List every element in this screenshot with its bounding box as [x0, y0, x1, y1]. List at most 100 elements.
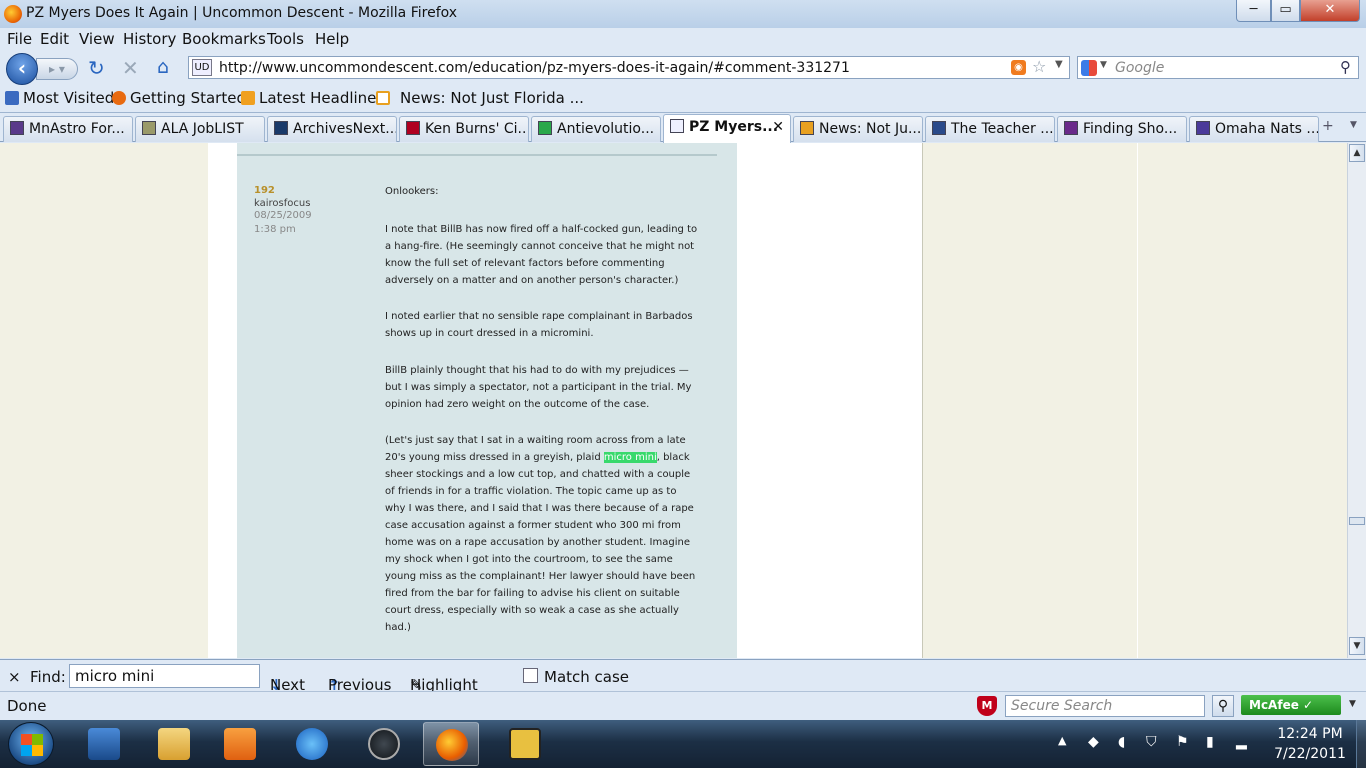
tab-mnastro[interactable]: MnAstro For... [3, 116, 133, 142]
forward-icon: ▸ ▾ [49, 62, 65, 76]
windows-taskbar: ▲ ◆ ◖ ⛉ ⚑ ▮ ▂ 12:24 PM 7/22/2011 [0, 720, 1366, 768]
mcafee-shield-icon[interactable]: M [977, 696, 997, 716]
secure-search-button[interactable]: ⚲ [1212, 695, 1234, 717]
menu-edit[interactable]: Edit [40, 30, 69, 48]
search-icon[interactable]: ⚲ [1340, 58, 1351, 76]
engine-dropdown-icon[interactable]: ▼ [1100, 60, 1107, 70]
tab-favicon [932, 121, 946, 135]
taskbar-explorer[interactable] [146, 722, 202, 766]
menu-bookmarks[interactable]: Bookmarks [182, 30, 266, 48]
firefox-icon [436, 729, 468, 761]
comment-paragraph: I note that BillB has now fired off a ha… [385, 224, 698, 286]
network-icon[interactable]: ▂ [1236, 734, 1247, 750]
taskbar-firefox[interactable] [423, 722, 479, 766]
check-icon: ✓ [1303, 698, 1314, 712]
tab-omaha-nats[interactable]: Omaha Nats ... [1189, 116, 1319, 142]
find-bar: × Find: ↓ Next ↑ Previous ✎ Highlight al… [0, 659, 1366, 712]
menu-history[interactable]: History [123, 30, 176, 48]
reload-icon[interactable]: ↻ [88, 56, 105, 80]
forward-button[interactable]: ▸ ▾ [36, 58, 78, 80]
home-icon[interactable]: ⌂ [157, 56, 169, 78]
tab-ken-burns[interactable]: Ken Burns' Ci... [399, 116, 529, 142]
vertical-scrollbar[interactable]: ▲ ▼ [1347, 143, 1366, 658]
mcafee-dropdown-icon[interactable]: ▼ [1349, 699, 1356, 709]
google-engine-icon[interactable] [1081, 60, 1097, 76]
rss-bookmark-icon [241, 91, 255, 105]
menu-view[interactable]: View [79, 30, 115, 48]
comment-paragraph: BillB plainly thought that his had to do… [385, 365, 692, 410]
match-case-label[interactable]: Match case [544, 668, 629, 686]
bookmark-most-visited[interactable]: Most Visited [5, 89, 114, 107]
url-dropdown-icon[interactable]: ▼ [1055, 59, 1063, 70]
stop-icon[interactable]: ✕ [122, 56, 139, 80]
find-highlight: micro mini [603, 452, 657, 463]
scroll-thumb[interactable] [1349, 517, 1365, 525]
close-button[interactable]: ✕ [1300, 0, 1360, 22]
battery-icon[interactable]: ▮ [1206, 734, 1214, 750]
taskbar-media[interactable] [212, 722, 268, 766]
system-tray: ▲ ◆ ◖ ⛉ ⚑ ▮ ▂ [1055, 720, 1285, 768]
url-bar[interactable]: UD http://www.uncommondescent.com/educat… [188, 56, 1070, 79]
divider [237, 154, 717, 156]
show-hidden-icons[interactable]: ▲ [1058, 734, 1066, 747]
taskbar-hp[interactable] [356, 722, 412, 766]
title-bar: PZ Myers Does It Again | Uncommon Descen… [0, 0, 1366, 28]
bookmark-folder-icon [5, 91, 19, 105]
tab-close-icon[interactable]: ✕ [772, 115, 784, 139]
hp-icon [368, 728, 400, 760]
search-placeholder[interactable]: Google [1115, 60, 1164, 76]
search-bar[interactable]: ▼ Google ⚲ [1077, 56, 1359, 79]
find-close-icon[interactable]: × [8, 668, 21, 686]
volume-icon[interactable]: ◖ [1118, 734, 1125, 750]
window-title: PZ Myers Does It Again | Uncommon Descen… [26, 5, 458, 21]
mcafee-badge[interactable]: McAfee ✓ [1241, 695, 1341, 715]
menu-help[interactable]: Help [315, 30, 349, 48]
bookmark-getting-started[interactable]: Getting Started [112, 89, 246, 107]
status-text: Done [7, 697, 47, 715]
bookmark-news[interactable]: News: Not Just Florida ... [376, 89, 584, 107]
bookmark-star-icon[interactable]: ☆ [1032, 57, 1046, 76]
windows-logo-icon [21, 745, 43, 756]
rss-feed-icon[interactable]: ◉ [1011, 60, 1026, 75]
bookmark-latest-headlines[interactable]: Latest Headlines [241, 89, 384, 107]
clock-date: 7/22/2011 [1274, 746, 1346, 762]
comment-number[interactable]: 192 [254, 185, 275, 196]
new-tab-icon[interactable]: + [1322, 118, 1334, 134]
tab-news[interactable]: News: Not Ju... [793, 116, 923, 142]
tab-ala-joblist[interactable]: ALA JobLIST [135, 116, 265, 142]
secure-search-input[interactable]: Secure Search [1005, 695, 1205, 717]
show-desktop-button[interactable] [1356, 720, 1366, 768]
firefox-window: PZ Myers Does It Again | Uncommon Descen… [0, 0, 1366, 720]
clock-time: 12:24 PM [1277, 726, 1343, 742]
action-center-flag-icon[interactable]: ⚑ [1176, 734, 1189, 750]
tab-favicon [10, 121, 24, 135]
find-input[interactable] [69, 664, 260, 688]
dropbox-icon[interactable]: ◆ [1088, 734, 1099, 750]
taskbar-app[interactable] [76, 722, 132, 766]
site-favicon: UD [192, 59, 212, 76]
scroll-down-icon[interactable]: ▼ [1349, 637, 1365, 655]
tab-finding[interactable]: Finding Sho... [1057, 116, 1187, 142]
tab-antievolution[interactable]: Antievolutio... [531, 116, 661, 142]
minimize-button[interactable]: ─ [1236, 0, 1271, 22]
clock[interactable]: 12:24 PM 7/22/2011 [1270, 724, 1350, 764]
url-text[interactable]: http://www.uncommondescent.com/education… [219, 60, 850, 76]
page-content: 192 kairosfocus 08/25/2009 1:38 pm Onloo… [0, 143, 1347, 658]
taskbar-ie[interactable] [284, 722, 340, 766]
back-button[interactable]: ‹ [6, 53, 38, 85]
tab-favicon [800, 121, 814, 135]
tab-archivesnext[interactable]: ArchivesNext... [267, 116, 397, 142]
mcafee-tray-icon[interactable]: ⛉ [1146, 734, 1157, 750]
tab-favicon [1196, 121, 1210, 135]
tab-the-teacher[interactable]: The Teacher ... [925, 116, 1055, 142]
firefox-icon[interactable] [4, 5, 22, 23]
maximize-button[interactable]: ▭ [1271, 0, 1300, 22]
scroll-up-icon[interactable]: ▲ [1349, 144, 1365, 162]
tab-pz-myers[interactable]: PZ Myers... ✕ [663, 114, 791, 143]
match-case-checkbox[interactable] [523, 668, 538, 683]
taskbar-app-iv[interactable] [497, 722, 553, 766]
start-button[interactable] [8, 722, 54, 766]
menu-tools[interactable]: Tools [267, 30, 304, 48]
tab-list-icon[interactable]: ▼ [1350, 120, 1357, 130]
menu-file[interactable]: File [7, 30, 32, 48]
